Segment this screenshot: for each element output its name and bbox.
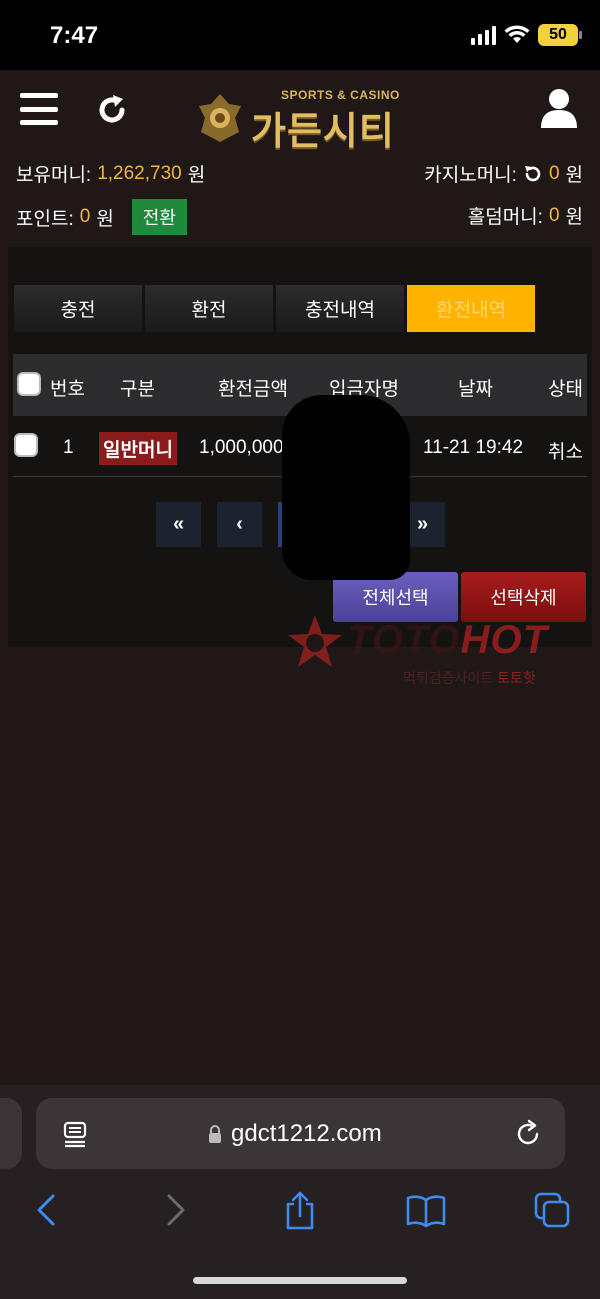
watermark-brand-b: HOT [460, 618, 549, 662]
holdem-money-unit: 원 [565, 207, 583, 228]
url-text: gdct1212.com [231, 1120, 382, 1147]
logo-emblem-icon [199, 94, 241, 142]
header-status: 상태 [548, 379, 583, 400]
redaction-mark [282, 395, 410, 580]
watermark-sub-b: 토토핫 [497, 670, 536, 686]
lock-icon [209, 1125, 221, 1143]
casino-money-unit: 원 [565, 165, 583, 186]
held-money-unit: 원 [187, 165, 206, 186]
tabs-icon[interactable] [532, 1190, 572, 1230]
reader-mode-icon[interactable] [62, 1120, 90, 1148]
site-logo[interactable]: SPORTS & CASINO 가든시티 [195, 88, 415, 153]
watermark-star-icon [288, 615, 342, 667]
casino-refresh-icon[interactable] [523, 164, 543, 184]
bookmarks-icon[interactable] [406, 1190, 446, 1230]
holdem-money-amount: 0 [548, 204, 560, 226]
tab-exchange[interactable]: 환전 [145, 285, 273, 332]
watermark-subtitle: 먹튀검증사이트 토토핫 [403, 668, 536, 688]
header-number: 번호 [50, 379, 85, 400]
first-page-button[interactable]: « [156, 502, 201, 547]
held-money-amount: 1,262,730 [97, 162, 182, 184]
site-header: SPORTS & CASINO 가든시티 [0, 70, 600, 155]
header-date: 날짜 [458, 379, 493, 400]
held-money: 보유머니: 1,262,730 원 [16, 160, 205, 187]
header-amount: 환전금액 [218, 379, 288, 400]
held-money-label: 보유머니: [16, 165, 92, 186]
hamburger-menu-icon[interactable] [20, 93, 58, 125]
forward-icon[interactable] [155, 1190, 195, 1230]
home-indicator [193, 1277, 407, 1284]
status-time: 7:47 [50, 22, 99, 49]
row-amount: 1,000,000 [199, 437, 284, 458]
points-label: 포인트: [16, 208, 74, 230]
logo-title: 가든시티 [251, 111, 395, 153]
back-icon[interactable] [27, 1190, 67, 1230]
points-unit: 원 [96, 208, 114, 230]
row-checkbox[interactable] [14, 433, 38, 457]
casino-money-amount: 0 [548, 162, 560, 184]
prev-page-button[interactable]: ‹ [217, 502, 262, 547]
tab-charge-history[interactable]: 충전내역 [276, 285, 404, 332]
address-bar[interactable]: gdct1212.com [36, 1098, 565, 1169]
battery-icon: 50 [538, 24, 582, 46]
tab-bar: 충전 환전 충전내역 환전내역 [14, 285, 535, 332]
row-type-badge: 일반머니 [99, 432, 177, 465]
status-bar: 7:47 50 [0, 0, 600, 70]
casino-money-label: 카지노머니: [424, 165, 517, 186]
tab-charge[interactable]: 충전 [14, 285, 142, 332]
holdem-money-label: 홀덤머니: [467, 207, 543, 228]
reload-icon[interactable] [515, 1118, 543, 1148]
header-type: 구분 [120, 379, 155, 400]
row-date: 11-21 19:42 [423, 437, 524, 458]
refresh-icon[interactable] [94, 92, 130, 128]
wifi-icon [504, 25, 530, 43]
user-profile-icon[interactable] [540, 88, 578, 128]
row-status: 취소 [548, 442, 583, 463]
money-row: 보유머니: 1,262,730 원 카지노머니: 0 원 [0, 160, 600, 190]
previous-tab-preview[interactable] [0, 1098, 22, 1169]
status-icons: 50 [471, 24, 582, 46]
points: 포인트: 0 원 전환 [16, 199, 187, 235]
points-amount: 0 [79, 206, 91, 227]
select-all-checkbox[interactable] [17, 372, 41, 396]
holdem-money: 홀덤머니: 0 원 [468, 202, 583, 229]
share-icon[interactable] [280, 1190, 320, 1230]
row-number: 1 [63, 437, 74, 458]
watermark-sub-a: 먹튀검증사이트 [403, 670, 498, 686]
watermark-brand: TOTOHOT [347, 618, 548, 663]
cellular-signal-icon [471, 25, 496, 45]
points-row: 포인트: 0 원 전환 홀덤머니: 0 원 [0, 199, 600, 235]
convert-points-button[interactable]: 전환 [131, 199, 187, 235]
watermark: TOTOHOT 먹튀검증사이트 토토핫 [285, 612, 595, 692]
tab-exchange-history[interactable]: 환전내역 [407, 285, 535, 332]
browser-toolbar: gdct1212.com [0, 1085, 600, 1299]
watermark-brand-a: TOTO [347, 618, 461, 662]
casino-money: 카지노머니: 0 원 [424, 160, 583, 187]
